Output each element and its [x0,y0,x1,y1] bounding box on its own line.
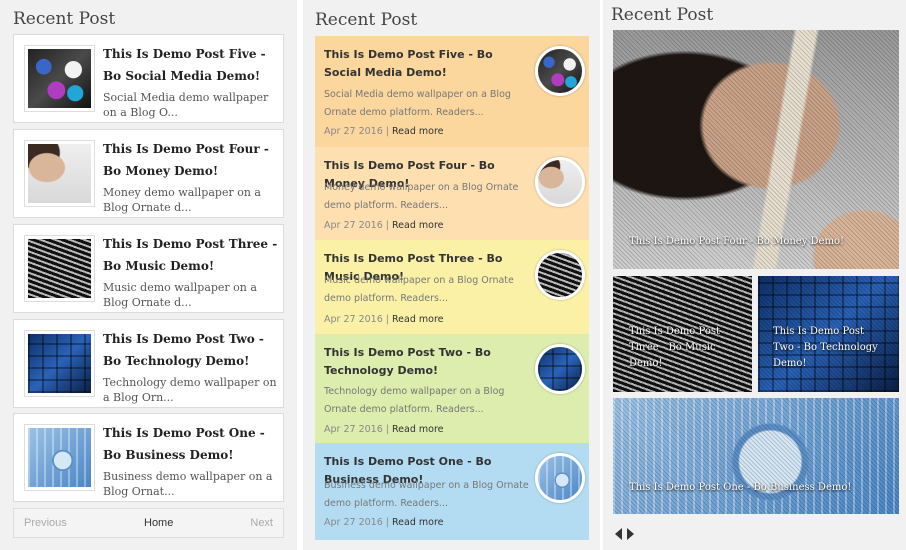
post-date: Apr 27 2016 [324,126,383,137]
post-title-link[interactable]: This Is Demo Post Five - Bo Social Media… [103,43,278,87]
post-date: Apr 27 2016 [324,517,383,528]
meta-separator: | [382,424,392,435]
recent-post-colored-widget: Recent Post This Is Demo Post Five - Bo … [303,0,600,550]
post-meta: Apr 27 2016 | Read more [324,517,444,528]
list-item[interactable]: This Is Demo Post Four - Bo Money Demo! … [315,147,589,240]
recent-post-list-widget: Recent Post This Is Demo Post Five - Bo … [0,0,297,550]
social-media-thumbnail[interactable] [535,46,585,96]
post-snippet: Business demo wallpaper on a Blog Ornate… [324,480,529,509]
music-thumbnail[interactable] [535,250,585,300]
featured-post-tile[interactable]: This Is Demo Post Four - Bo Money Demo! [613,30,899,269]
post-tile[interactable]: This Is Demo Post Three - Bo Music Demo! [613,276,752,392]
post-title-link[interactable]: This Is Demo Post Two - Bo Technology De… [324,344,524,380]
technology-thumbnail[interactable] [535,344,585,394]
post-tile[interactable]: This Is Demo Post Two - Bo Technology De… [758,276,899,392]
widget-title: Recent Post [13,9,116,29]
post-snippet: Technology demo wallpaper on a Blog Orn.… [103,376,277,404]
post-snippet: Music demo wallpaper on a Blog Ornate d.… [103,281,257,309]
technology-thumbnail[interactable] [24,330,95,397]
featured-post-title[interactable]: This Is Demo Post Four - Bo Money Demo! [629,234,889,250]
meta-separator: | [382,314,392,325]
list-item[interactable]: This Is Demo Post Five - Bo Social Media… [315,36,589,147]
read-more-link[interactable]: Read more [392,220,444,231]
post-meta: Apr 27 2016 | Read more [324,220,444,231]
meta-separator: | [382,126,392,137]
music-thumbnail[interactable] [24,235,95,302]
home-link[interactable]: Home [144,517,173,529]
post-title-link[interactable]: This Is Demo Post Four - Bo Money Demo! [103,138,278,182]
post-title-link[interactable]: This Is Demo Post Two - Bo Technology De… [103,328,278,372]
meta-separator: | [382,220,392,231]
list-item[interactable]: This Is Demo Post Four - Bo Money Demo! … [13,129,284,218]
arrow-left-icon[interactable] [615,528,622,540]
post-tile-title[interactable]: This Is Demo Post One - Bo Business Demo… [629,480,889,496]
business-thumbnail[interactable] [24,424,95,491]
post-meta: Apr 27 2016 | Read more [324,424,444,435]
post-tile[interactable]: This Is Demo Post One - Bo Business Demo… [613,398,899,514]
post-title-link[interactable]: This Is Demo Post Five - Bo Social Media… [324,46,524,82]
post-title-link[interactable]: This Is Demo Post Three - Bo Music Demo! [103,233,278,277]
post-snippet: Business demo wallpaper on a Blog Ornat.… [103,470,273,498]
post-snippet: Money demo wallpaper on a Blog Ornate d.… [103,186,261,214]
post-date: Apr 27 2016 [324,220,383,231]
money-thumbnail[interactable] [535,157,585,207]
read-more-link[interactable]: Read more [392,517,444,528]
previous-link[interactable]: Previous [24,517,67,529]
post-snippet: Music demo wallpaper on a Blog Ornate de… [324,275,514,304]
next-link[interactable]: Next [250,517,273,529]
read-more-link[interactable]: Read more [392,126,444,137]
pagination-bar: Previous Home Next [13,508,284,538]
list-item[interactable]: This Is Demo Post One - Bo Business Demo… [315,443,589,540]
business-thumbnail[interactable] [535,453,585,503]
meta-separator: | [382,517,392,528]
list-item[interactable]: This Is Demo Post One - Bo Business Demo… [13,413,284,502]
post-date: Apr 27 2016 [324,424,383,435]
post-title-link[interactable]: This Is Demo Post One - Bo Business Demo… [103,422,278,466]
widget-title: Recent Post [315,10,418,30]
post-date: Apr 27 2016 [324,314,383,325]
list-item[interactable]: This Is Demo Post Three - Bo Music Demo!… [13,224,284,313]
list-item[interactable]: This Is Demo Post Three - Bo Music Demo!… [315,240,589,334]
recent-post-gallery-widget: Recent Post This Is Demo Post Four - Bo … [603,0,906,550]
post-snippet: Social Media demo wallpaper on a Blog Or… [324,89,511,118]
list-item[interactable]: This Is Demo Post Five - Bo Social Media… [13,34,284,123]
post-snippet: Social Media demo wallpaper on a Blog O.… [103,91,269,119]
post-tile-title[interactable]: This Is Demo Post Three - Bo Music Demo! [629,324,739,372]
social-media-thumbnail[interactable] [24,45,95,112]
list-item[interactable]: This Is Demo Post Two - Bo Technology De… [13,319,284,408]
post-snippet: Money demo wallpaper on a Blog Ornate de… [324,182,519,211]
arrow-right-icon[interactable] [627,528,634,540]
money-thumbnail[interactable] [24,140,95,207]
post-tile-title[interactable]: This Is Demo Post Two - Bo Technology De… [773,324,888,372]
widget-title: Recent Post [611,5,714,25]
post-meta: Apr 27 2016 | Read more [324,314,444,325]
list-item[interactable]: This Is Demo Post Two - Bo Technology De… [315,334,589,443]
read-more-link[interactable]: Read more [392,424,444,435]
read-more-link[interactable]: Read more [392,314,444,325]
post-snippet: Technology demo wallpaper on a Blog Orna… [324,386,505,415]
post-meta: Apr 27 2016 | Read more [324,126,444,137]
